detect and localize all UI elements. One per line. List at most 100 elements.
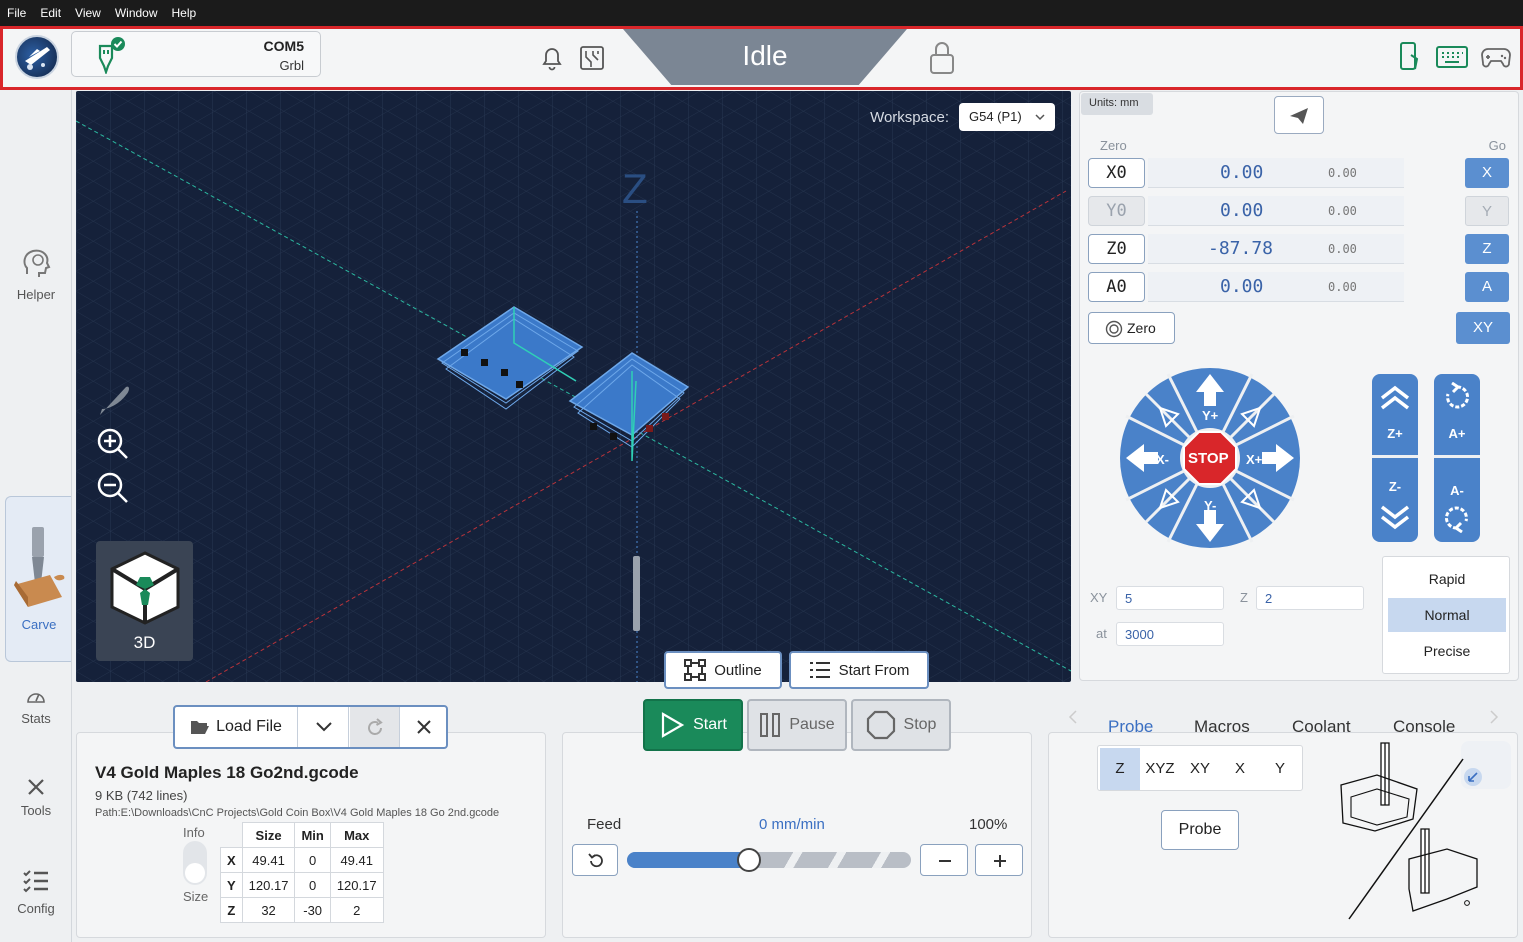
file-name: V4 Gold Maples 18 Go2nd.gcode <box>95 763 359 782</box>
outline-label: Outline <box>714 661 762 679</box>
stop-jog-label[interactable]: STOP <box>1188 450 1229 467</box>
pause-icon <box>760 713 781 737</box>
zero-x-button[interactable]: X0 <box>1088 158 1145 188</box>
speed-normal[interactable]: Normal <box>1388 598 1506 632</box>
plane-icon <box>25 47 50 70</box>
dro-y-value: 0.00 <box>1148 196 1404 226</box>
dro-row-x: X0 0.00 0.00 X <box>1088 158 1512 190</box>
feed-reset-button[interactable] <box>572 844 618 876</box>
workspace-select[interactable]: G54 (P1) <box>959 103 1055 131</box>
load-file-button[interactable]: Load File <box>175 707 298 747</box>
pause-button[interactable]: Pause <box>747 699 847 751</box>
lock-icon[interactable] <box>927 39 957 75</box>
go-header: Go <box>1488 138 1506 153</box>
menu-view[interactable]: View <box>75 6 101 20</box>
menu-edit[interactable]: Edit <box>40 6 61 20</box>
units-badge: Units: mm <box>1081 93 1153 115</box>
gauge-icon <box>27 693 45 703</box>
tabs-scroll-left-icon[interactable] <box>1068 710 1078 724</box>
sidebar-item-helper[interactable]: Helper <box>0 246 72 302</box>
sidebar-item-carve[interactable]: Carve <box>5 496 71 662</box>
helper-head-icon <box>23 249 51 277</box>
chevron-down-icon <box>1035 114 1045 121</box>
menu-window[interactable]: Window <box>115 6 158 20</box>
speed-rapid[interactable]: Rapid <box>1388 562 1506 596</box>
go-xy-button[interactable]: XY <box>1456 312 1510 344</box>
start-from-button[interactable]: Start From <box>789 651 929 689</box>
feed-override-slider[interactable] <box>627 848 911 872</box>
reload-file-button[interactable] <box>350 707 400 747</box>
z-minus-button[interactable]: Z- <box>1372 461 1418 542</box>
a-plus-button[interactable]: A+ <box>1434 374 1480 458</box>
feed-decrease-button[interactable] <box>920 844 968 876</box>
circuit-board-icon[interactable] <box>579 45 605 71</box>
outline-button[interactable]: Outline <box>664 651 782 689</box>
toolpath-visualizer[interactable]: Z Workspace: G54 (P1) 3D <box>76 91 1071 682</box>
zero-z-button[interactable]: Z0 <box>1088 234 1145 264</box>
start-button[interactable]: Start <box>643 699 743 751</box>
tools-icon <box>28 779 44 795</box>
probe-axis-xyz[interactable]: XYZ <box>1140 748 1180 790</box>
sidebar-label-tools: Tools <box>20 803 52 818</box>
connection-button[interactable]: COM5 Grbl <box>71 31 321 77</box>
machine-state-banner: Idle <box>623 29 907 85</box>
zero-all-button[interactable]: Zero <box>1088 312 1175 344</box>
file-info-card: V4 Gold Maples 18 Go2nd.gcode 9 KB (742 … <box>76 732 546 938</box>
phone-remote-icon[interactable] <box>1397 41 1421 73</box>
go-x-button[interactable]: X <box>1465 158 1509 188</box>
dro-z-machine: 0.00 <box>1328 242 1357 256</box>
z-plus-button[interactable]: Z+ <box>1372 374 1418 458</box>
tabs-scroll-right-icon[interactable] <box>1489 710 1499 724</box>
go-y-button[interactable]: Y <box>1465 196 1509 226</box>
probe-axis-xy[interactable]: XY <box>1180 748 1220 790</box>
feed-label: Feed <box>587 816 622 833</box>
send-button[interactable] <box>1274 96 1324 134</box>
zero-a-button[interactable]: A0 <box>1088 272 1145 302</box>
probe-axis-y[interactable]: Y <box>1260 748 1300 790</box>
go-a-button[interactable]: A <box>1465 272 1509 302</box>
zoom-in-icon[interactable] <box>96 427 130 461</box>
end-mill-icon <box>14 527 65 607</box>
feed-increase-button[interactable] <box>975 844 1023 876</box>
sidebar-item-config[interactable]: Config <box>0 868 72 916</box>
probe-diagram <box>1340 741 1511 920</box>
row-axis: Y <box>220 872 243 898</box>
info-size-toggle[interactable] <box>183 841 207 885</box>
recent-files-dropdown[interactable] <box>299 707 349 747</box>
menu-help[interactable]: Help <box>172 6 197 20</box>
checklist-icon <box>23 870 48 893</box>
probe-axis-z[interactable]: Z <box>1100 748 1140 790</box>
col-max: Max <box>329 822 384 848</box>
menu-file[interactable]: File <box>7 6 26 20</box>
gamepad-icon[interactable] <box>1481 46 1511 68</box>
zoom-out-icon[interactable] <box>96 471 130 505</box>
probe-axis-x[interactable]: X <box>1220 748 1260 790</box>
sidebar-label-config: Config <box>17 901 55 916</box>
sidebar-label-stats: Stats <box>21 711 51 726</box>
sidebar-item-stats[interactable]: Stats <box>0 688 72 726</box>
xy-step-label: XY <box>1090 590 1108 605</box>
dro-row-z: Z0 -87.78 0.00 Z <box>1088 234 1512 266</box>
speed-precise[interactable]: Precise <box>1388 634 1506 668</box>
a-jog-column: A+ A- <box>1434 374 1480 542</box>
jog-feed-input[interactable]: 3000 <box>1116 622 1224 646</box>
load-file-group: Load File <box>173 705 448 749</box>
view-cube-button[interactable]: 3D <box>96 541 193 661</box>
sidebar-item-tools[interactable]: Tools <box>0 778 72 818</box>
a-minus-button[interactable]: A- <box>1434 461 1480 542</box>
go-z-button[interactable]: Z <box>1465 234 1509 264</box>
menu-bar: File Edit View Window Help <box>0 0 1523 26</box>
feed-at-label: at <box>1096 626 1107 641</box>
z-step-input[interactable]: 2 <box>1256 586 1364 610</box>
feather-icon[interactable] <box>96 381 132 417</box>
file-path: Path:E:\Downloads\CnC Projects\Gold Coin… <box>95 807 500 819</box>
bell-icon[interactable] <box>540 45 564 71</box>
keyboard-icon[interactable] <box>1436 46 1468 68</box>
zero-y-button[interactable]: Y0 <box>1088 196 1145 226</box>
cell-size: 32 <box>241 897 296 923</box>
probe-button[interactable]: Probe <box>1161 810 1239 850</box>
close-file-button[interactable] <box>401 707 447 747</box>
xy-step-input[interactable]: 5 <box>1116 586 1224 610</box>
feed-slider-handle[interactable] <box>737 848 762 872</box>
stop-button[interactable]: Stop <box>851 699 951 751</box>
